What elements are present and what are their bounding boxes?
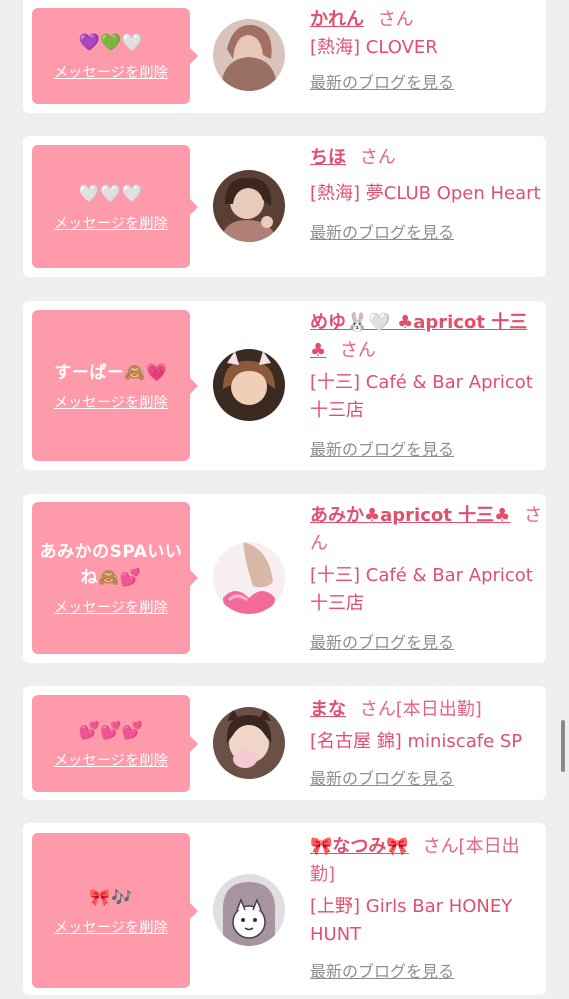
- delete-message-link[interactable]: メッセージを削除: [54, 597, 168, 617]
- latest-blog-link[interactable]: 最新のブログを見る: [310, 70, 542, 96]
- shop-name: [十三] Café & Bar Apricot 十三店: [310, 372, 533, 421]
- delete-message-link[interactable]: メッセージを削除: [54, 750, 168, 770]
- latest-blog-link[interactable]: 最新のブログを見る: [310, 437, 542, 463]
- message-bubble: あみかのSPAいいね🙈💕 メッセージを削除: [32, 502, 198, 654]
- cast-name-link[interactable]: ちほ: [310, 147, 346, 168]
- cast-name-link[interactable]: かれん: [310, 9, 364, 30]
- avatar[interactable]: [213, 349, 285, 421]
- name-suffix: さん: [377, 9, 414, 30]
- avatar[interactable]: [213, 170, 285, 242]
- avatar[interactable]: [213, 874, 285, 946]
- delete-message-link[interactable]: メッセージを削除: [54, 917, 168, 937]
- cast-info: あみか♣apricot 十三♣ さん [十三] Café & Bar Apric…: [310, 502, 542, 656]
- latest-blog-link[interactable]: 最新のブログを見る: [310, 959, 542, 985]
- message-bubble: 💜💚🤍 メッセージを削除: [32, 8, 198, 104]
- latest-blog-link[interactable]: 最新のブログを見る: [310, 630, 542, 656]
- scrollbar-thumb[interactable]: [561, 720, 565, 772]
- message-card: すーぱー🙈💗 メッセージを削除 めゆ🐰🤍 ♣apricot 十三♣ さん [十三…: [23, 301, 546, 470]
- cast-info: かれん さん [熱海] CLOVER 最新のブログを見る: [310, 6, 542, 96]
- name-suffix: さん[本日出勤]: [359, 699, 482, 720]
- name-suffix: さん: [359, 147, 396, 168]
- message-text: すーぱー🙈💗: [54, 362, 168, 383]
- name-suffix: さん: [339, 340, 376, 361]
- message-card: 💜💚🤍 メッセージを削除 かれん さん [熱海] CLOVER 最新のブログを見…: [23, 0, 546, 113]
- message-bubble: 💕💕💕 メッセージを削除: [32, 695, 198, 792]
- message-card: 💕💕💕 メッセージを削除 まな さん[本日出勤] [名古屋 錦] minisca…: [23, 686, 546, 800]
- shop-name: [熱海] 夢CLUB Open Heart: [310, 183, 541, 204]
- avatar[interactable]: [213, 19, 285, 91]
- delete-message-link[interactable]: メッセージを削除: [54, 392, 168, 412]
- delete-message-link[interactable]: メッセージを削除: [54, 213, 168, 233]
- shop-name: [名古屋 錦] miniscafe SP: [310, 731, 523, 752]
- delete-message-link[interactable]: メッセージを削除: [54, 62, 168, 82]
- message-card: あみかのSPAいいね🙈💕 メッセージを削除 あみか♣apricot 十三♣ さん…: [23, 494, 546, 663]
- shop-name: [十三] Café & Bar Apricot 十三店: [310, 565, 533, 614]
- message-text: 🤍🤍🤍: [78, 183, 144, 204]
- latest-blog-link[interactable]: 最新のブログを見る: [310, 220, 542, 246]
- cast-info: めゆ🐰🤍 ♣apricot 十三♣ さん [十三] Café & Bar Apr…: [310, 309, 542, 463]
- avatar[interactable]: [213, 707, 285, 779]
- cast-name-link[interactable]: あみか♣apricot 十三♣: [310, 505, 510, 526]
- message-text: 💜💚🤍: [78, 33, 144, 53]
- message-bubble: 🎀🎶 メッセージを削除: [32, 833, 198, 988]
- cast-info: まな さん[本日出勤] [名古屋 錦] miniscafe SP 最新のブログを…: [310, 696, 542, 792]
- cast-name-link[interactable]: 🎀なつみ🎀: [310, 836, 409, 857]
- message-text: あみかのSPAいいね🙈💕: [39, 542, 183, 588]
- shop-name: [上野] Girls Bar HONEY HUNT: [310, 896, 513, 945]
- message-text: 💕💕💕: [78, 720, 144, 741]
- cast-info: 🎀なつみ🎀 さん[本日出勤] [上野] Girls Bar HONEY HUNT…: [310, 833, 542, 985]
- cast-info: ちほ さん [熱海] 夢CLUB Open Heart 最新のブログを見る: [310, 144, 542, 246]
- latest-blog-link[interactable]: 最新のブログを見る: [310, 766, 542, 792]
- message-bubble: すーぱー🙈💗 メッセージを削除: [32, 310, 198, 461]
- message-card: 🤍🤍🤍 メッセージを削除 ちほ さん [熱海] 夢CLUB Open Heart…: [23, 136, 546, 277]
- cast-name-link[interactable]: まな: [310, 699, 346, 720]
- shop-name: [熱海] CLOVER: [310, 37, 438, 58]
- avatar[interactable]: [213, 542, 285, 614]
- message-card: 🎀🎶 メッセージを削除 🎀なつみ🎀 さん[本日出勤] [上野] Girls Ba…: [23, 823, 546, 995]
- message-bubble: 🤍🤍🤍 メッセージを削除: [32, 145, 198, 268]
- message-text: 🎀🎶: [89, 887, 133, 908]
